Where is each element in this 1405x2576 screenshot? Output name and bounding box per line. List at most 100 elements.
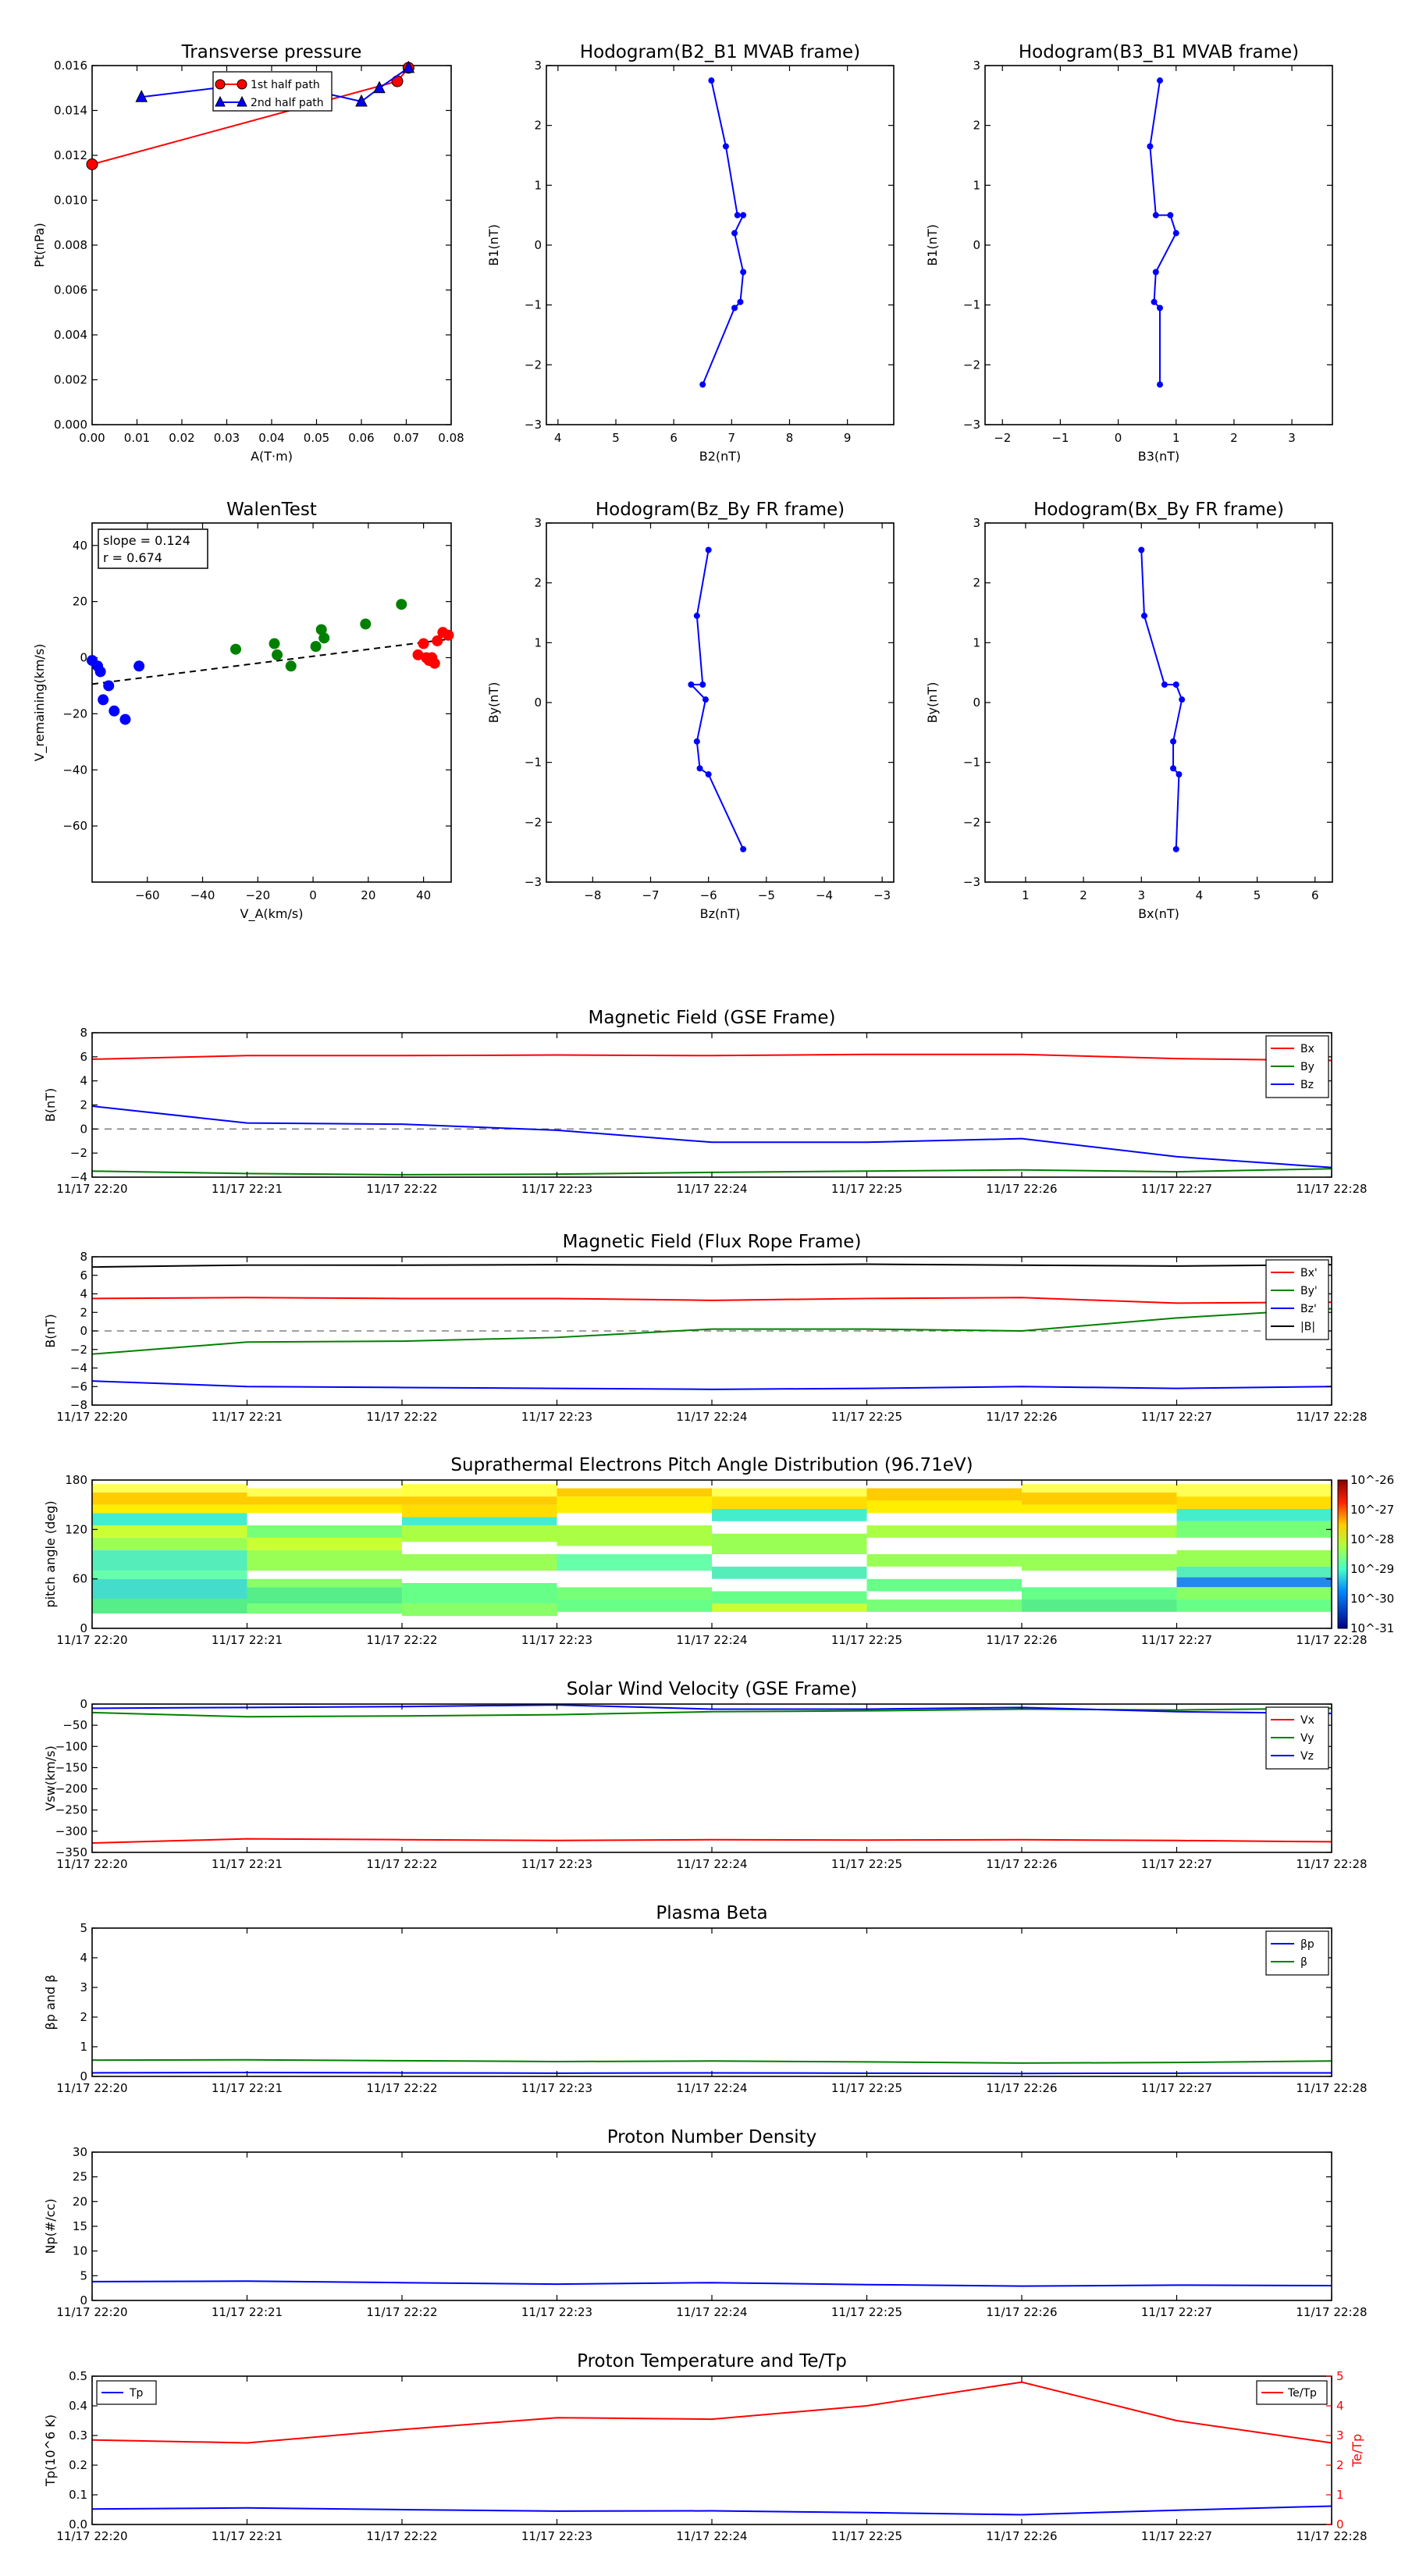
time-tick-label: 11/17 22:20 [56,1857,127,1871]
y-axis-label: Tp(10^6 K) [43,2414,58,2487]
chart-title: Proton Temperature and Te/Tp [577,2351,847,2371]
y2tick-label: 3 [1336,2428,1344,2443]
panel-ts_np: Proton Number Density05101520253011/17 2… [43,2127,1368,2319]
ytick-label: 2 [80,2010,87,2024]
xtick-label: 3 [1288,431,1296,445]
panel-pt: Transverse pressure 0.000 0.002 0.004 0.006 0… [32,42,464,464]
point-marker [1167,212,1174,219]
ytick-label: −40 [62,763,87,777]
time-tick-label: 11/17 22:23 [521,2081,592,2095]
point-marker [699,681,706,688]
time-tick-label: 11/17 22:24 [676,2305,747,2319]
x-axis-label: V_A(km/s) [240,906,304,922]
time-tick-label: 11/17 22:27 [1141,2081,1212,2095]
heatmap-cell [1022,1571,1177,1588]
time-tick-label: 11/17 22:24 [676,1633,747,1647]
chart-title: Magnetic Field (Flux Rope Frame) [563,1232,862,1252]
heatmap-cell [712,1508,867,1521]
heatmap-cell [1022,1513,1177,1526]
heatmap-cell [247,1525,403,1538]
xtick-label: 6 [1311,888,1319,902]
ytick-label: 0 [534,696,542,710]
ytick-label: 2 [80,1305,87,1319]
xtick-label: 0.08 [438,431,464,445]
ytick-label: 180 [65,1473,87,1487]
time-tick-label: 11/17 22:28 [1296,2529,1367,2543]
time-tick-label: 11/17 22:27 [1141,1410,1212,1424]
ytick-label: 0.006 [54,283,87,297]
xtick-label: 0.03 [214,431,240,445]
time-tick-label: 11/17 22:20 [56,1182,127,1196]
ytick-label: −2 [525,815,542,829]
chart-title: Transverse pressure [181,42,362,62]
point-marker [1170,765,1177,772]
heatmap-cell [557,1513,713,1526]
r-label: r = 0.674 [103,550,162,565]
heatmap-cell [712,1533,867,1554]
heatmap-cell [247,1537,403,1550]
plot-frame [546,522,895,883]
ytick-label: 1 [534,178,542,192]
series-line [1140,550,1183,849]
scatter-point [269,638,280,649]
chart-title: Proton Number Density [607,2127,817,2147]
chart-title: Hodogram(Bz_By FR frame) [596,500,845,520]
legend-label: Vx [1300,1714,1314,1727]
ytick-label: 1 [973,635,980,649]
y-axis-label: B(nT) [43,1314,58,1347]
ytick-label: 15 [73,2219,87,2233]
xtick-label: 5 [612,431,620,445]
legend-label: Te/Tp [1287,2387,1317,2400]
xtick-label: 0.01 [124,431,150,445]
time-tick-label: 11/17 22:26 [986,1410,1057,1424]
time-tick-label: 11/17 22:27 [1141,1633,1212,1647]
time-tick-label: 11/17 22:20 [56,2081,127,2095]
xtick-label: 1 [1172,431,1180,445]
y-axis-label: B1(nT) [486,224,501,266]
y2tick-label: 4 [1336,2399,1344,2413]
ytick-label: 30 [73,2145,87,2159]
heatmap-cell [247,1513,403,1526]
point-marker [705,771,712,777]
xtick-label: −4 [816,888,833,902]
heatmap-cell [247,1550,403,1571]
ytick-label: 10 [73,2244,87,2258]
heatmap-cell [247,1578,403,1588]
heatmap-cell [402,1554,557,1571]
ytick-label: −3 [525,875,542,889]
heatmap-cell [1022,1484,1177,1493]
legend-label: |B| [1300,1321,1315,1333]
legend: Vx Vy Vz [1265,1706,1329,1770]
heatmap-cell [402,1484,557,1497]
heatmap-cell [712,1591,867,1604]
time-tick-label: 11/17 22:27 [1141,2529,1212,2543]
heatmap-cell [402,1496,557,1505]
chart-title: Suprathermal Electrons Pitch Angle Distr… [450,1455,973,1475]
legend-label: Vy [1300,1732,1314,1745]
ytick-label: 3 [973,516,980,530]
point-marker [693,612,700,619]
ytick-label: −3 [963,875,980,889]
ytick-label: 0.016 [54,59,87,73]
heatmap-cell [402,1525,557,1542]
heatmap-cell [92,1550,247,1571]
time-tick-label: 11/17 22:25 [831,2529,902,2543]
heatmap-cell [1176,1521,1332,1538]
ytick-label: −2 [525,358,542,372]
heatmap-cell [866,1554,1023,1567]
time-tick-label: 11/17 22:22 [366,1857,437,1871]
xtick-label: 40 [416,888,431,902]
xtick-label: 8 [786,431,794,445]
ytick-label: 0.2 [69,2458,87,2472]
y2tick-label: 1 [1336,2488,1344,2502]
scatter-point [272,649,283,660]
point-marker [1172,229,1179,237]
xtick-label: 1 [1022,888,1030,902]
chart-title: Hodogram(B3_B1 MVAB frame) [1019,42,1299,62]
xtick-label: 0.07 [393,431,419,445]
point-marker [1172,845,1179,852]
ytick-label: −20 [62,706,87,720]
time-tick-label: 11/17 22:22 [366,2081,437,2095]
legend-label: 1st half path [251,79,320,91]
scatter-point [318,632,330,644]
